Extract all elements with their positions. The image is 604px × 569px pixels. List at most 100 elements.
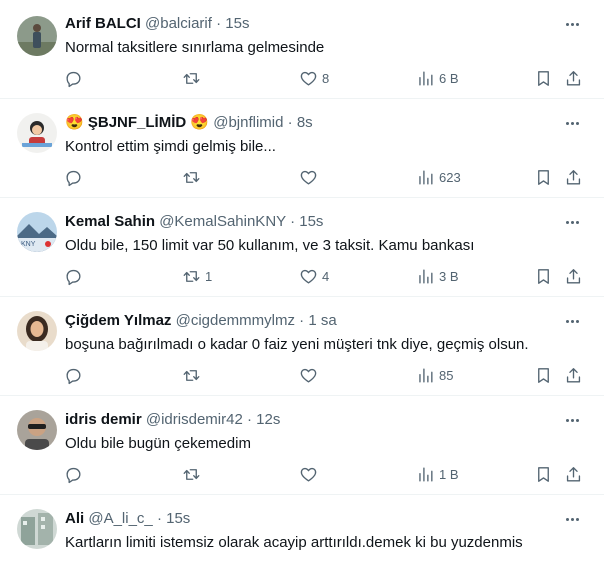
- bookmark-button[interactable]: [534, 66, 553, 90]
- avatar[interactable]: [17, 311, 57, 351]
- heart-icon: [300, 368, 317, 383]
- like-button[interactable]: 4: [299, 264, 329, 288]
- display-name[interactable]: Ali: [65, 510, 84, 527]
- tweet[interactable]: Çiğdem Yılmaz @cigdemmmylmz · 1 sa boşun…: [0, 297, 604, 396]
- display-name[interactable]: ŞBJNF_LİMİD: [88, 114, 186, 131]
- display-name[interactable]: Kemal Sahin: [65, 213, 155, 230]
- views-button[interactable]: 1 B: [416, 462, 459, 486]
- tweet-header: Arif BALCI @balciarif · 15s: [65, 15, 249, 33]
- separator-dot: ·: [290, 213, 296, 230]
- share-button[interactable]: [564, 363, 583, 387]
- tweet-actions: 85: [0, 363, 604, 387]
- tweet-header: Çiğdem Yılmaz @cigdemmmylmz · 1 sa: [65, 312, 337, 330]
- emoji: 😍: [190, 114, 210, 131]
- bookmark-button[interactable]: [534, 363, 553, 387]
- heart-icon: [300, 467, 317, 482]
- more-options-icon[interactable]: [562, 214, 582, 230]
- share-button[interactable]: [564, 264, 583, 288]
- bookmark-button[interactable]: [534, 165, 553, 189]
- retweet-icon: [183, 270, 200, 282]
- separator-dot: ·: [287, 114, 293, 131]
- avatar[interactable]: KNY: [17, 212, 57, 252]
- display-name[interactable]: Arif BALCI: [65, 15, 141, 32]
- avatar[interactable]: [17, 410, 57, 450]
- timestamp[interactable]: 8s: [297, 114, 313, 131]
- tweet-text: Normal taksitlere sınırlama gelmesinde: [65, 39, 325, 56]
- timestamp[interactable]: 1 sa: [308, 312, 336, 329]
- retweet-button[interactable]: [182, 363, 205, 387]
- tweet-header: Kemal Sahin @KemalSahinKNY · 15s: [65, 213, 323, 231]
- timestamp[interactable]: 15s: [225, 15, 249, 32]
- tweet[interactable]: idris demir @idrisdemir42 · 12s Oldu bil…: [0, 396, 604, 495]
- retweet-icon: [183, 468, 200, 480]
- view-count: 3 B: [439, 268, 459, 284]
- reply-icon: [66, 71, 81, 87]
- tweet-header: Ali @A_li_c_ · 15s: [65, 510, 190, 528]
- retweet-button[interactable]: [182, 66, 205, 90]
- share-button[interactable]: [564, 165, 583, 189]
- reply-button[interactable]: [64, 462, 87, 486]
- reply-icon: [66, 368, 81, 384]
- tweet-text: boşuna bağırılmadı o kadar 0 faiz yeni m…: [65, 336, 529, 353]
- timestamp[interactable]: 15s: [166, 510, 190, 527]
- avatar[interactable]: [17, 113, 57, 153]
- reply-button[interactable]: [64, 165, 87, 189]
- like-button[interactable]: [299, 165, 322, 189]
- reply-button[interactable]: [64, 264, 87, 288]
- views-button[interactable]: 3 B: [416, 264, 459, 288]
- bookmark-icon: [538, 70, 549, 86]
- views-chart-icon: [419, 169, 433, 185]
- user-handle[interactable]: @A_li_c_: [88, 510, 152, 527]
- bookmark-icon: [538, 169, 549, 185]
- more-options-icon[interactable]: [562, 313, 582, 329]
- more-options-icon[interactable]: [562, 115, 582, 131]
- emoji: 😍: [65, 114, 84, 131]
- user-handle[interactable]: @cigdemmmylmz: [176, 312, 295, 329]
- more-options-icon[interactable]: [562, 412, 582, 428]
- display-name[interactable]: Çiğdem Yılmaz: [65, 312, 171, 329]
- retweet-count: 1: [205, 268, 213, 284]
- reply-button[interactable]: [64, 363, 87, 387]
- timestamp[interactable]: 12s: [256, 411, 280, 428]
- retweet-button[interactable]: 1: [182, 264, 212, 288]
- tweet[interactable]: Ali @A_li_c_ · 15s Kartların limiti iste…: [0, 495, 604, 569]
- retweet-button[interactable]: [182, 165, 205, 189]
- views-button[interactable]: 85: [416, 363, 453, 387]
- tweet-feed: Arif BALCI @balciarif · 15s Normal taksi…: [0, 0, 604, 569]
- view-count: 85: [439, 367, 454, 383]
- bookmark-button[interactable]: [534, 264, 553, 288]
- tweet-actions: 8 6 B: [0, 66, 604, 90]
- like-count: 8: [322, 70, 330, 86]
- views-button[interactable]: 6 B: [416, 66, 459, 90]
- tweet[interactable]: Arif BALCI @balciarif · 15s Normal taksi…: [0, 0, 604, 99]
- tweet-text: Kontrol ettim şimdi gelmiş bile...: [65, 138, 276, 155]
- avatar[interactable]: [17, 16, 57, 56]
- view-count: 623: [439, 169, 461, 185]
- user-handle[interactable]: @bjnflimid: [213, 114, 283, 131]
- avatar[interactable]: [17, 509, 57, 549]
- tweet-actions: 1 4 3 B: [0, 264, 604, 288]
- bookmark-icon: [538, 268, 549, 284]
- like-button[interactable]: 8: [299, 66, 329, 90]
- more-options-icon[interactable]: [562, 511, 582, 527]
- views-button[interactable]: 623: [416, 165, 461, 189]
- tweet[interactable]: KNY Kemal Sahin @KemalSahinKNY · 15s Old…: [0, 198, 604, 297]
- like-count: 4: [322, 268, 330, 284]
- user-handle[interactable]: @balciarif: [145, 15, 212, 32]
- user-handle[interactable]: @KemalSahinKNY: [159, 213, 286, 230]
- share-icon: [566, 70, 581, 86]
- like-button[interactable]: [299, 363, 322, 387]
- tweet-actions: 1 B: [0, 462, 604, 486]
- reply-button[interactable]: [64, 66, 87, 90]
- timestamp[interactable]: 15s: [299, 213, 323, 230]
- display-name[interactable]: idris demir: [65, 411, 142, 428]
- retweet-button[interactable]: [182, 462, 205, 486]
- share-icon: [566, 268, 581, 284]
- like-button[interactable]: [299, 462, 322, 486]
- bookmark-button[interactable]: [534, 462, 553, 486]
- user-handle[interactable]: @idrisdemir42: [146, 411, 243, 428]
- more-options-icon[interactable]: [562, 16, 582, 32]
- share-button[interactable]: [564, 66, 583, 90]
- tweet[interactable]: 😍 ŞBJNF_LİMİD 😍 @bjnflimid · 8s Kontrol …: [0, 99, 604, 198]
- share-button[interactable]: [564, 462, 583, 486]
